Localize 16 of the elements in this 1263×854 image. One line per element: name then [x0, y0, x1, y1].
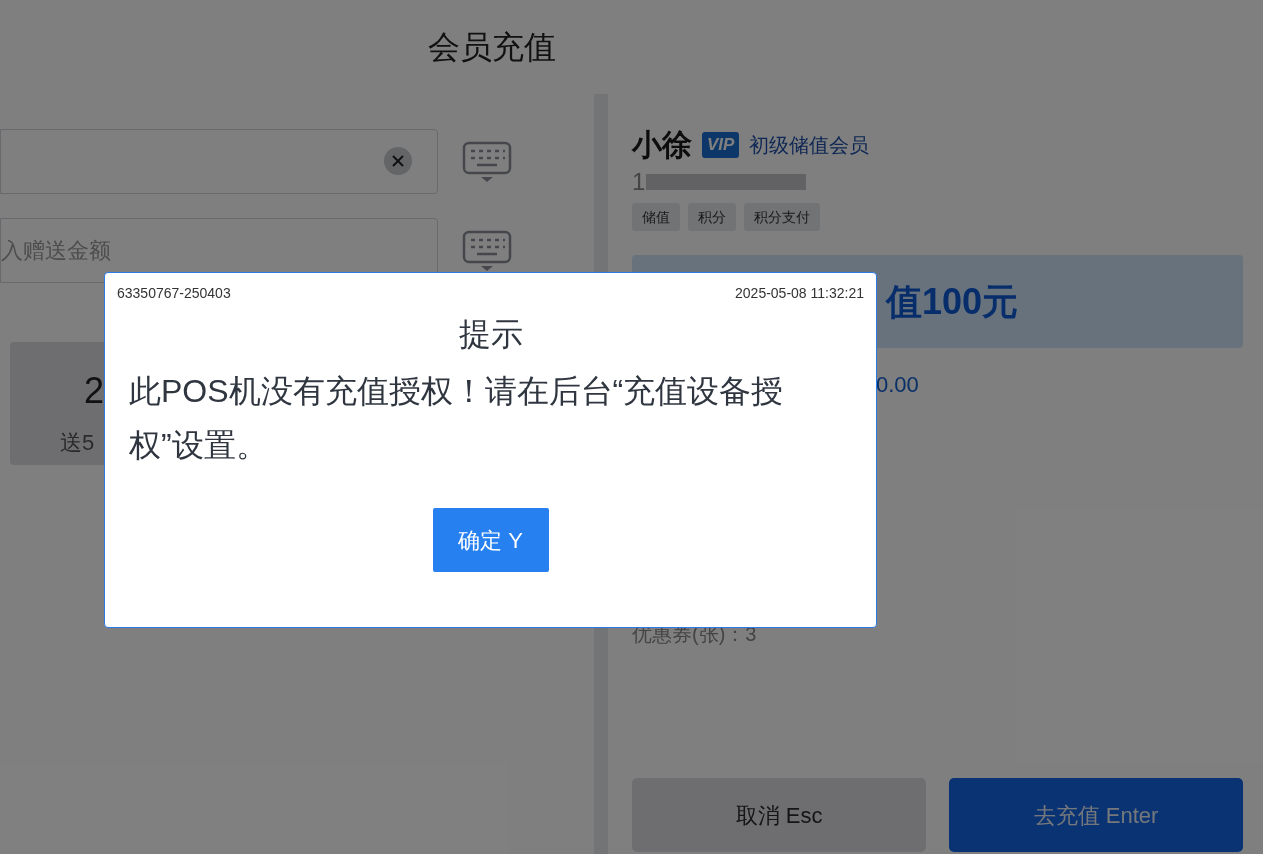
- dialog-title: 提示: [458, 315, 523, 354]
- member-name: 小徐: [632, 127, 692, 163]
- bonus-text: 送5: [60, 429, 95, 457]
- page-title: 会员充值: [427, 28, 556, 67]
- timestamp: 2025-05-08 11:32:21: [735, 284, 864, 303]
- tag: 积分: [688, 203, 736, 231]
- balance-text: 0.00: [876, 371, 920, 399]
- tag: 积分支付: [744, 203, 820, 231]
- tag: 储值: [632, 203, 680, 231]
- dialog-message: 此POS机没有充值授权！请在后台“充值设备授权”设置。: [128, 372, 785, 465]
- phone-number: 1: [632, 167, 646, 197]
- member-level: 初级储值会员: [749, 132, 870, 158]
- amount-text: 2: [84, 369, 105, 413]
- vip-badge: VIP: [702, 131, 740, 158]
- banner-text: 值100元: [886, 279, 1019, 324]
- device-code: 63350767-250403: [117, 284, 231, 303]
